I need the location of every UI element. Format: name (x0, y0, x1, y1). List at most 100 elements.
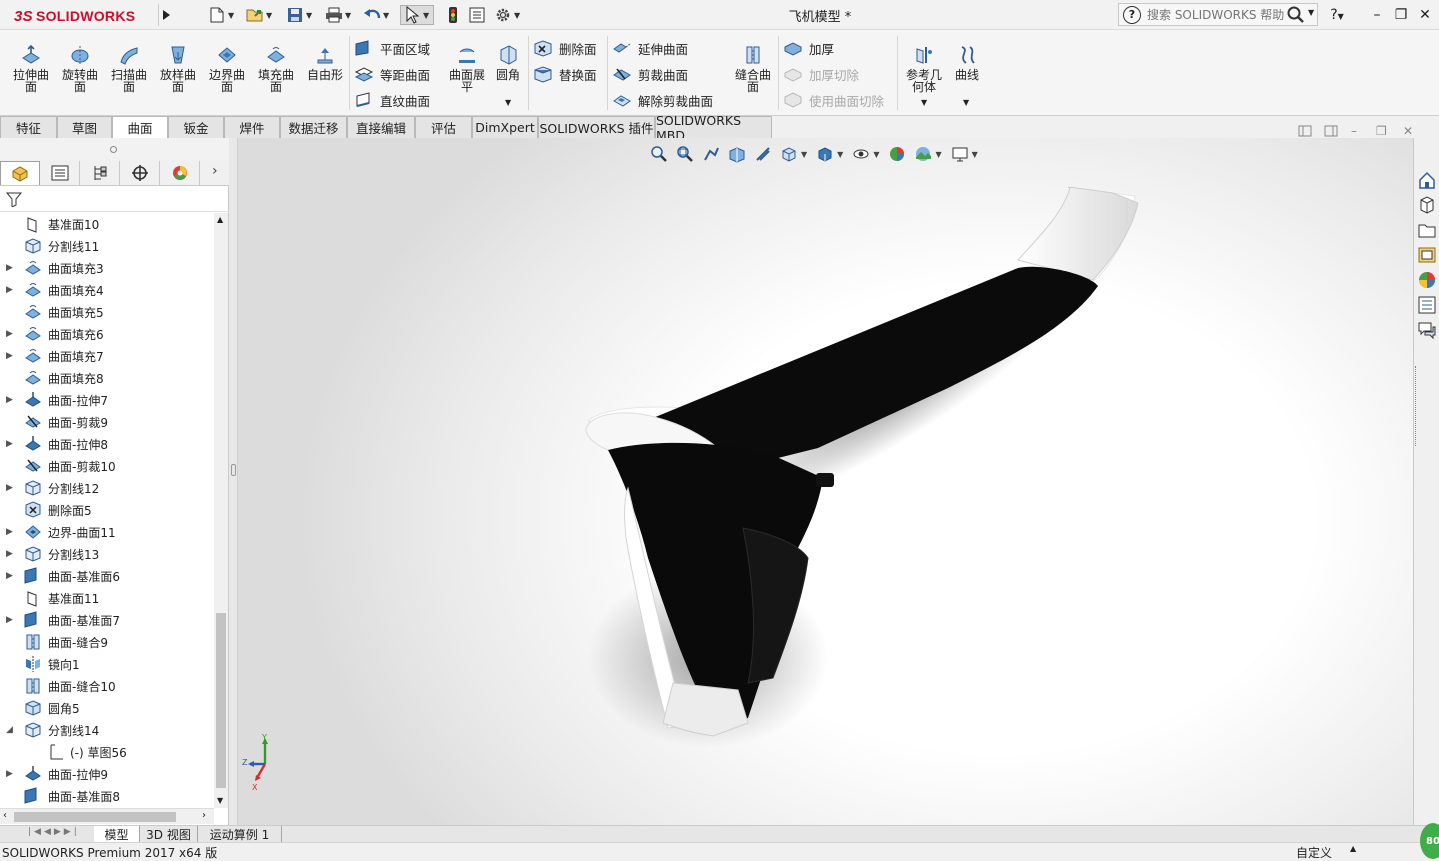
task-pane-grip[interactable] (1415, 366, 1418, 446)
tab-evaluate[interactable]: 评估 (415, 116, 472, 138)
tree-item[interactable]: 分割线11 (0, 235, 214, 257)
tree-item[interactable]: ▶ 分割线13 (0, 543, 214, 565)
tree-item[interactable]: ▶ 曲面填充7 (0, 345, 214, 367)
expand-arrow-icon[interactable]: ▶ (6, 439, 14, 449)
fillet-button[interactable]: 圆角 (488, 44, 528, 81)
scroll-up-arrow[interactable]: ▲ (217, 215, 223, 224)
undo-button[interactable]: ▼ (363, 5, 391, 25)
trim-surface-button[interactable]: 剪裁曲面 (612, 63, 688, 85)
curves-dropdown[interactable]: ▼ (963, 98, 969, 107)
tree-item[interactable]: ◢ 分割线14 (0, 719, 214, 741)
open-document-button[interactable]: ▼ (246, 5, 274, 25)
view-palette-icon[interactable] (1417, 245, 1437, 265)
tree-item[interactable]: 曲面-剪裁9 (0, 411, 214, 433)
expand-arrow-icon[interactable]: ▶ (6, 351, 14, 361)
swept-surface-button[interactable]: 扫描曲面 (106, 44, 152, 93)
close-button[interactable]: ✕ (1414, 5, 1436, 25)
view-settings-icon[interactable] (950, 144, 970, 164)
tree-item[interactable]: 基准面10 (0, 213, 214, 235)
section-view-icon[interactable] (727, 144, 747, 164)
tab-model[interactable]: 模型 (94, 826, 140, 842)
help-search-input[interactable] (1147, 7, 1287, 22)
file-explorer-icon[interactable] (1417, 220, 1437, 240)
tree-item[interactable]: ▶ 曲面填充6 (0, 323, 214, 345)
tab-sketch[interactable]: 草图 (57, 116, 112, 138)
expand-arrow-icon[interactable]: ▶ (6, 285, 14, 295)
scroll-down-arrow[interactable]: ▼ (217, 796, 223, 805)
tab-navigation-arrows[interactable]: |◀◀▶▶| (28, 827, 80, 837)
print-button[interactable]: ▼ (325, 5, 353, 25)
tree-item[interactable]: ▶ 曲面-拉伸9 (0, 763, 214, 785)
boundary-surface-button[interactable]: 边界曲面 (204, 44, 250, 93)
tree-item[interactable]: ▶ 曲面填充3 (0, 257, 214, 279)
scroll-thumb[interactable] (216, 613, 226, 788)
tree-item[interactable]: ▶ 边界-曲面11 (0, 521, 214, 543)
expand-arrow-icon[interactable]: ▶ (6, 571, 14, 581)
reference-geometry-button[interactable]: 参考几何体 (902, 44, 946, 93)
tab-solidworks-addins[interactable]: SOLIDWORKS 插件 (538, 116, 655, 138)
configuration-manager-tab[interactable] (80, 161, 120, 185)
freeform-button[interactable]: 自由形 (302, 44, 348, 81)
viewport-restore-button[interactable]: ❐ (1376, 124, 1387, 138)
edit-appearance-icon[interactable] (887, 144, 907, 164)
viewport-minimize-button[interactable]: – (1351, 124, 1357, 138)
fillet-dropdown[interactable]: ▼ (505, 98, 511, 107)
minimize-button[interactable]: – (1366, 5, 1388, 25)
display-manager-tab[interactable] (160, 161, 200, 185)
tree-horizontal-scrollbar[interactable]: ‹ › (0, 808, 214, 824)
options-button[interactable]: ▼ (494, 5, 522, 25)
tab-dimxpert[interactable]: DimXpert (472, 116, 538, 138)
tab-features[interactable]: 特征 (0, 116, 57, 138)
apply-scene-dropdown[interactable]: ▼ (935, 150, 941, 159)
viewport-tile-right-button[interactable] (1324, 125, 1338, 140)
tree-item[interactable]: 基准面11 (0, 587, 214, 609)
expand-arrow-icon[interactable]: ▶ (6, 483, 14, 493)
design-library-icon[interactable] (1417, 195, 1437, 215)
property-manager-tab[interactable] (40, 161, 80, 185)
tab-solidworks-mbd[interactable]: SOLIDWORKS MBD (655, 113, 772, 143)
file-properties-button[interactable] (468, 5, 486, 25)
thicken-button[interactable]: 加厚 (783, 37, 834, 59)
appearances-icon[interactable] (1417, 270, 1437, 290)
tree-item[interactable]: ▶ 曲面-基准面7 (0, 609, 214, 631)
expand-arrow-icon[interactable]: ▶ (6, 329, 14, 339)
tree-item[interactable]: 曲面填充8 (0, 367, 214, 389)
expand-arrow-icon[interactable]: ▶ (6, 527, 14, 537)
tree-item[interactable]: 曲面-基准面8 (0, 785, 214, 807)
scroll-right-arrow[interactable]: › (202, 810, 206, 821)
tree-item[interactable]: ▶ 曲面-拉伸8 (0, 433, 214, 455)
thicken-cut-button[interactable]: 加厚切除 (783, 63, 859, 85)
knit-surface-button[interactable]: 缝合曲面 (731, 44, 775, 93)
tab-direct-editing[interactable]: 直接编辑 (347, 116, 415, 138)
rebuild-button[interactable] (444, 5, 462, 25)
ruled-surface-button[interactable]: 直纹曲面 (354, 89, 430, 111)
menu-expand-arrow[interactable] (158, 4, 174, 26)
view-settings-dropdown[interactable]: ▼ (972, 150, 978, 159)
tree-item[interactable]: 曲面填充5 (0, 301, 214, 323)
surface-cut-button[interactable]: 使用曲面切除 (783, 89, 884, 111)
units-selector[interactable]: 自定义 (1296, 844, 1332, 861)
collapse-arrow-icon[interactable]: ◢ (6, 725, 14, 735)
apply-scene-icon[interactable] (913, 144, 933, 164)
revolved-surface-button[interactable]: 旋转曲面 (57, 44, 103, 93)
offset-surface-button[interactable]: 等距曲面 (354, 63, 430, 85)
zoom-to-area-icon[interactable] (675, 144, 695, 164)
save-button[interactable]: ▼ (286, 5, 314, 25)
tree-item[interactable]: ▶ 曲面填充4 (0, 279, 214, 301)
expand-arrow-icon[interactable]: ▶ (6, 263, 14, 273)
search-options-dropdown[interactable]: ▼ (1308, 8, 1314, 17)
filled-surface-button[interactable]: 填充曲面 (253, 44, 299, 93)
planar-surface-button[interactable]: 平面区域 (354, 37, 430, 59)
scroll-thumb[interactable] (14, 812, 176, 822)
previous-view-icon[interactable] (701, 144, 721, 164)
tree-item[interactable]: ▶ 曲面-拉伸7 (0, 389, 214, 411)
tree-item[interactable]: ▶ 分割线12 (0, 477, 214, 499)
zoom-to-fit-icon[interactable] (649, 144, 669, 164)
view-orientation-icon[interactable] (779, 144, 799, 164)
tab-data-migration[interactable]: 数据迁移 (280, 116, 347, 138)
tree-item[interactable]: 圆角5 (0, 697, 214, 719)
delete-face-button[interactable]: 删除面 (533, 37, 597, 59)
select-button[interactable]: ▼ (400, 5, 434, 25)
feature-manager-tab[interactable] (0, 161, 40, 185)
solidworks-resources-icon[interactable] (1417, 170, 1437, 190)
